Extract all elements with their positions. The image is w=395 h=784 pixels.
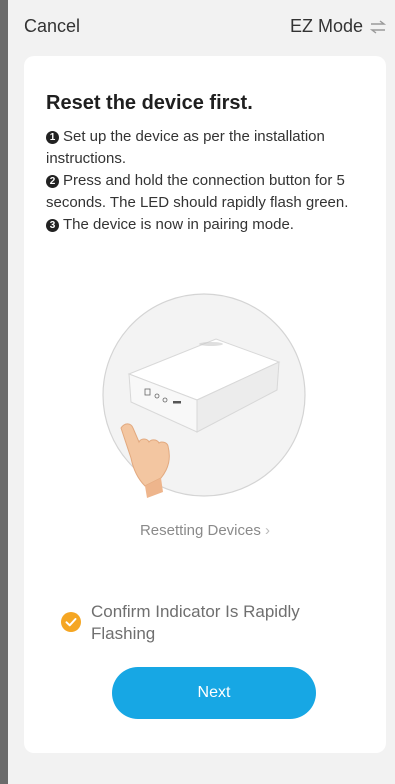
confirm-indicator-checkbox[interactable]: Confirm Indicator Is Rapidly Flashing [61,601,361,645]
step-3-number: 3 [46,219,59,232]
step-2: 2 Press and hold the connection button fo… [46,170,376,214]
swap-arrows-icon [369,19,387,34]
next-button[interactable]: Next [112,667,316,719]
check-circle-icon [61,612,81,632]
step-2-number: 2 [46,175,59,188]
mode-label: EZ Mode [289,16,363,36]
instruction-steps: 1 Set up the device as per the installati… [46,126,376,236]
confirm-indicator-label: Confirm Indicator Is Rapidly Flashing [91,602,300,643]
device-reset-illustration [102,293,306,498]
step-2-text: Press and hold the connection button for… [46,172,349,211]
resetting-devices-label: Resetting Devices [139,522,261,539]
top-bar: Cancel EZ Mode [8,0,395,56]
step-3: 3 The device is now in pairing mode. [46,214,376,236]
step-3-text: The device is now in pairing mode. [63,216,294,233]
cancel-button[interactable]: Cancel [24,16,80,37]
reset-card: Reset the device first. 1 Set up the devi… [24,56,386,753]
chevron-right-icon: › [265,522,271,539]
step-1-number: 1 [46,131,59,144]
step-1-text: Set up the device as per the installatio… [46,128,325,167]
resetting-devices-link[interactable]: Resetting Devices › [24,522,386,539]
screen: Cancel EZ Mode Reset the device first. 1… [8,0,395,784]
ez-mode-switch[interactable]: EZ Mode [290,16,387,37]
page-title: Reset the device first. [46,92,253,114]
step-1: 1 Set up the device as per the installati… [46,126,376,170]
